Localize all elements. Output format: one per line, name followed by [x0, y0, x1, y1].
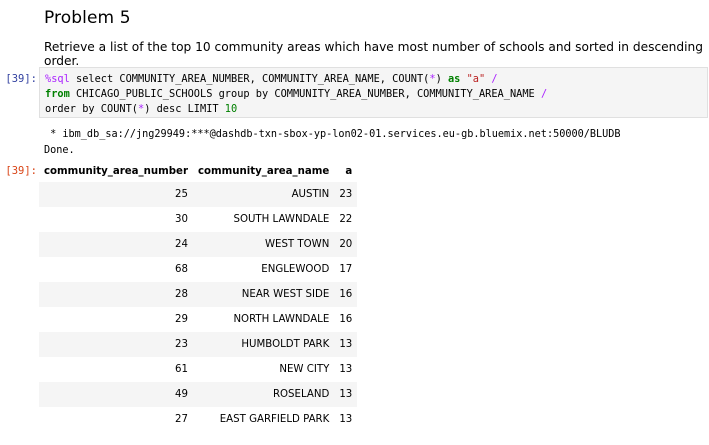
table-row: 23 HUMBOLDT PARK 13: [39, 332, 358, 357]
cell-count: 13: [339, 339, 353, 350]
stream-output: * ibm_db_sa://jng29949:***@dashdb-txn-sb…: [44, 127, 621, 159]
code-cell-editor[interactable]: %sql select COMMUNITY_AREA_NUMBER, COMMU…: [39, 67, 708, 118]
cell-area-name: NEW CITY: [279, 364, 330, 375]
code-keyword: from: [45, 88, 70, 100]
code-line-3: order by COUNT(*) desc LIMIT 10: [45, 103, 237, 115]
cell-count: 20: [339, 239, 353, 250]
result-table: community_area_number community_area_nam…: [39, 160, 358, 432]
cell-count: 23: [339, 189, 353, 200]
column-header-a: a: [345, 165, 353, 177]
column-header-community-area-number: community_area_number: [44, 165, 188, 177]
cell-area-name: ROSELAND: [272, 389, 330, 400]
cell-area-name: ENGLEWOOD: [261, 264, 330, 275]
cell-area-name: SOUTH LAWNDALE: [233, 214, 330, 225]
table-row: 25 AUSTIN 23: [39, 182, 358, 207]
code-text: ) desc LIMIT: [144, 103, 225, 115]
cell-area-number: 30: [175, 214, 188, 225]
table-row: 30 SOUTH LAWNDALE 22: [39, 207, 357, 232]
markdown-description: Retrieve a list of the top 10 community …: [44, 40, 703, 68]
code-text: ): [435, 73, 448, 85]
table-row: 28 NEAR WEST SIDE 16: [39, 282, 358, 307]
cell-count: 17: [339, 264, 353, 275]
connection-string: * ibm_db_sa://jng29949:***@dashdb-txn-sb…: [44, 129, 621, 140]
cell-area-name: NEAR WEST SIDE: [241, 289, 330, 300]
cell-area-name: NORTH LAWNDALE: [233, 314, 330, 325]
input-prompt: [39]:: [5, 73, 37, 85]
table-row: 29 NORTH LAWNDALE 16: [39, 307, 357, 332]
table-header-row: community_area_number community_area_nam…: [39, 160, 357, 182]
cell-area-number: 29: [175, 314, 188, 325]
cell-count: 22: [339, 214, 353, 225]
cell-area-number: 27: [175, 414, 188, 425]
code-line-1: %sql select COMMUNITY_AREA_NUMBER, COMMU…: [45, 73, 498, 85]
table-row: 49 ROSELAND 13: [39, 382, 358, 407]
cell-count: 13: [339, 414, 353, 425]
code-text: order by COUNT(: [45, 103, 138, 115]
sql-magic: %sql: [45, 73, 70, 85]
table-row: 61 NEW CITY 13: [39, 357, 357, 382]
cell-area-number: 25: [175, 189, 188, 200]
cell-area-number: 49: [175, 389, 188, 400]
code-operator: /: [491, 73, 498, 85]
cell-area-name: HUMBOLDT PARK: [241, 339, 330, 350]
done-text: Done.: [44, 145, 75, 156]
cell-area-number: 24: [175, 239, 188, 250]
cell-count: 16: [339, 314, 353, 325]
cell-area-number: 28: [175, 289, 188, 300]
cell-area-name: AUSTIN: [291, 189, 330, 200]
markdown-title: Problem 5: [44, 8, 131, 28]
column-header-community-area-name: community_area_name: [198, 165, 330, 177]
code-operator: /: [540, 88, 548, 100]
cell-area-name: EAST GARFIELD PARK: [219, 414, 330, 425]
cell-area-number: 61: [175, 364, 188, 375]
cell-area-number: 23: [175, 339, 188, 350]
code-keyword: as: [447, 73, 461, 85]
cell-count: 13: [339, 364, 353, 375]
cell-count: 16: [339, 289, 353, 300]
code-number: 10: [224, 103, 238, 115]
table-row: 27 EAST GARFIELD PARK 13: [39, 407, 357, 432]
code-line-2: from CHICAGO_PUBLIC_SCHOOLS group by COM…: [45, 88, 547, 100]
code-text: CHICAGO_PUBLIC_SCHOOLS group by COMMUNIT…: [69, 88, 541, 100]
code-string: "a": [466, 73, 486, 85]
cell-count: 13: [339, 389, 353, 400]
output-prompt: [39]:: [5, 165, 37, 177]
table-row: 68 ENGLEWOOD 17: [39, 257, 357, 282]
table-row: 24 WEST TOWN 20: [39, 232, 358, 257]
code-text: select COMMUNITY_AREA_NUMBER, COMMUNITY_…: [69, 73, 430, 85]
cell-area-number: 68: [175, 264, 188, 275]
cell-area-name: WEST TOWN: [264, 239, 330, 250]
